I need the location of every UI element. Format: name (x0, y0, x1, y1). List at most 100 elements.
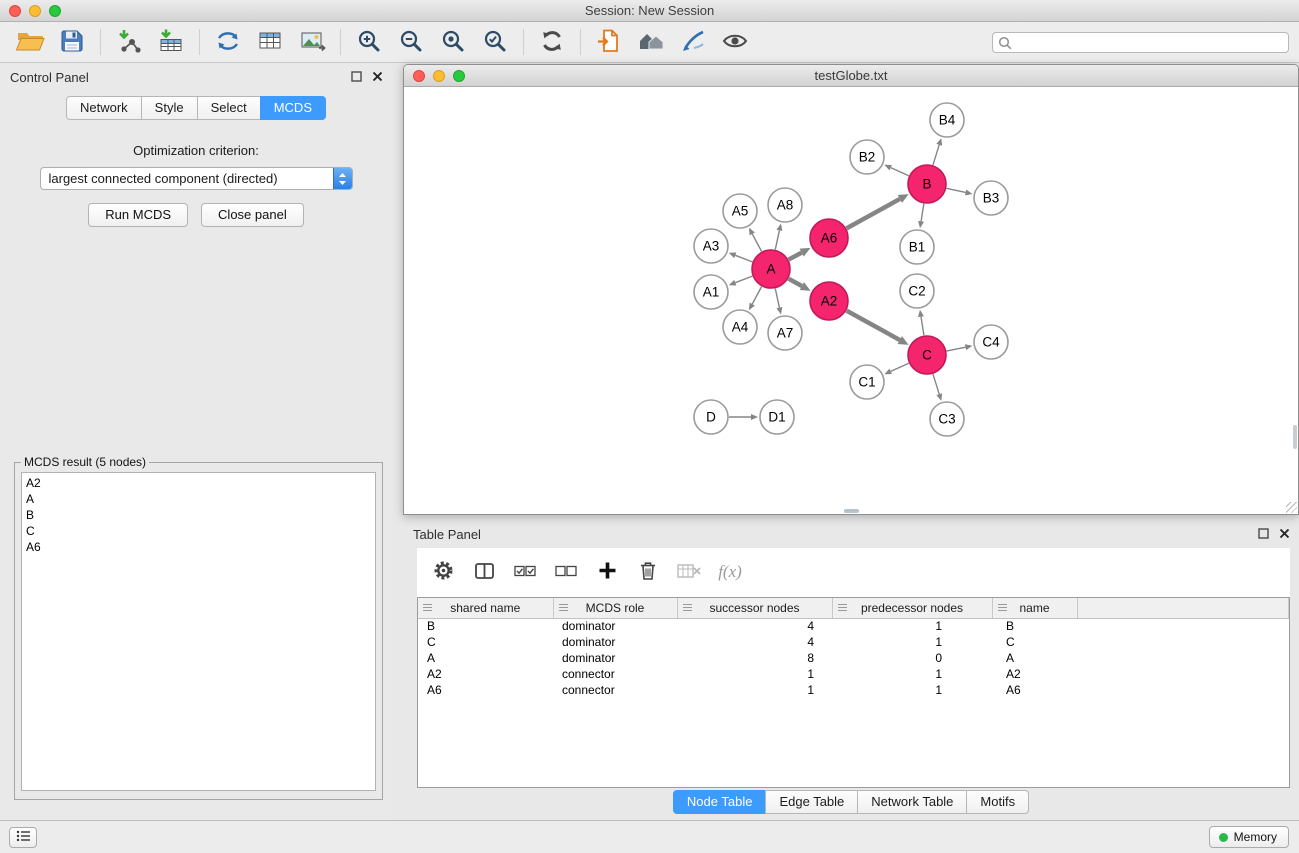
graph-node-A6[interactable]: A6 (810, 219, 848, 257)
zoom-fit-button[interactable] (432, 25, 474, 59)
table-settings-button[interactable] (431, 560, 455, 584)
minimize-network-window-button[interactable] (433, 70, 445, 82)
column-header-predecessor-nodes[interactable]: predecessor nodes (832, 598, 992, 618)
maximize-network-window-button[interactable] (453, 70, 465, 82)
close-panel-icon[interactable] (371, 70, 384, 83)
graph-edge-B-B1[interactable] (921, 204, 924, 222)
graph-edge-A-A8[interactable] (775, 230, 779, 249)
export-image-button[interactable] (291, 25, 333, 59)
graph-node-B1[interactable]: B1 (900, 230, 934, 264)
network-graph[interactable]: B4B2BB3A5A8A6A3B1AC2A1A2A4A7C4CC1C3DD1 (404, 87, 1298, 514)
graph-edge-A-A5[interactable] (752, 234, 761, 251)
graph-node-A4[interactable]: A4 (723, 310, 757, 344)
graph-edge-B-B2[interactable] (891, 168, 909, 176)
refresh-button[interactable] (531, 25, 573, 59)
home-network-button[interactable] (630, 25, 672, 59)
graph-node-A7[interactable]: A7 (768, 316, 802, 350)
show-columns-button[interactable] (472, 560, 496, 584)
column-header-successor-nodes[interactable]: successor nodes (677, 598, 832, 618)
add-column-button[interactable] (595, 560, 619, 584)
graph-edge-A-A1[interactable] (735, 276, 752, 283)
zoom-in-button[interactable] (348, 25, 390, 59)
graph-edge-C-C3[interactable] (933, 374, 939, 394)
graph-node-B[interactable]: B (908, 165, 946, 203)
graph-edge-A-A7[interactable] (775, 289, 779, 308)
table-row[interactable]: A6connector11A6 (418, 682, 1289, 698)
new-network-button[interactable] (207, 25, 249, 59)
graph-edge-A2-C[interactable] (847, 311, 900, 340)
apply-style-button[interactable] (672, 25, 714, 59)
graph-edge-A-A4[interactable] (752, 287, 761, 304)
graph-edge-B-B4[interactable] (933, 145, 939, 165)
column-header-MCDS-role[interactable]: MCDS role (553, 598, 677, 618)
tab-select[interactable]: Select (197, 96, 261, 120)
graph-node-B2[interactable]: B2 (850, 140, 884, 174)
graph-edge-A6-B[interactable] (847, 199, 900, 228)
table-tab-motifs[interactable]: Motifs (966, 790, 1029, 814)
graph-node-C3[interactable]: C3 (930, 402, 964, 436)
select-all-columns-button[interactable] (513, 560, 537, 584)
result-item[interactable]: B (26, 507, 375, 523)
run-mcds-button[interactable]: Run MCDS (88, 203, 188, 227)
column-header-shared-name[interactable]: shared name (418, 598, 553, 618)
graph-edge-A-A3[interactable] (735, 255, 752, 262)
graph-node-A1[interactable]: A1 (694, 275, 728, 309)
table-row[interactable]: Cdominator41C (418, 634, 1289, 650)
import-table-button[interactable] (150, 25, 192, 59)
open-session-button[interactable] (9, 25, 51, 59)
graph-node-B4[interactable]: B4 (930, 103, 964, 137)
graph-node-A3[interactable]: A3 (694, 229, 728, 263)
table-tab-edge-table[interactable]: Edge Table (765, 790, 858, 814)
function-builder-button[interactable]: f(x) (718, 560, 742, 584)
memory-button[interactable]: Memory (1209, 826, 1289, 848)
search-input[interactable] (992, 32, 1289, 53)
graph-edge-C-C4[interactable] (947, 347, 966, 351)
criterion-select[interactable]: largest connected component (directed) (40, 167, 353, 190)
result-item[interactable]: A (26, 491, 375, 507)
horizontal-scrollbar-thumb[interactable] (844, 509, 859, 513)
table-row[interactable]: A2connector11A2 (418, 666, 1289, 682)
graph-node-D1[interactable]: D1 (760, 400, 794, 434)
network-canvas[interactable]: B4B2BB3A5A8A6A3B1AC2A1A2A4A7C4CC1C3DD1 (404, 87, 1298, 514)
tab-network[interactable]: Network (66, 96, 142, 120)
graph-node-A[interactable]: A (752, 250, 790, 288)
delete-table-button[interactable] (677, 560, 701, 584)
deselect-all-columns-button[interactable] (554, 560, 578, 584)
show-graphics-button[interactable] (714, 25, 756, 59)
result-item[interactable]: A2 (26, 475, 375, 491)
import-network-button[interactable] (108, 25, 150, 59)
close-window-button[interactable] (9, 5, 21, 17)
float-table-panel-icon[interactable] (1257, 527, 1270, 540)
vertical-scrollbar-thumb[interactable] (1293, 425, 1297, 449)
graph-edge-C-C2[interactable] (921, 317, 924, 336)
graph-edge-B-B3[interactable] (947, 188, 966, 192)
table-row[interactable]: Bdominator41B (418, 618, 1289, 634)
result-item[interactable]: A6 (26, 539, 375, 555)
new-table-button[interactable] (249, 25, 291, 59)
close-panel-button[interactable]: Close panel (201, 203, 304, 227)
save-session-button[interactable] (51, 25, 93, 59)
graph-edge-A-A2[interactable] (789, 279, 802, 286)
tab-style[interactable]: Style (141, 96, 198, 120)
column-header-name[interactable]: name (992, 598, 1077, 618)
maximize-window-button[interactable] (49, 5, 61, 17)
graph-node-C4[interactable]: C4 (974, 325, 1008, 359)
graph-node-C2[interactable]: C2 (900, 274, 934, 308)
close-network-window-button[interactable] (413, 70, 425, 82)
zoom-out-button[interactable] (390, 25, 432, 59)
result-item[interactable]: C (26, 523, 375, 539)
graph-node-D[interactable]: D (694, 400, 728, 434)
close-table-panel-icon[interactable] (1278, 527, 1291, 540)
graph-node-A5[interactable]: A5 (723, 194, 757, 228)
zoom-selected-button[interactable] (474, 25, 516, 59)
task-history-button[interactable] (9, 827, 37, 848)
graph-node-A8[interactable]: A8 (768, 188, 802, 222)
table-tab-network-table[interactable]: Network Table (857, 790, 967, 814)
graph-edge-A-A6[interactable] (789, 253, 802, 260)
graph-node-C[interactable]: C (908, 336, 946, 374)
delete-column-button[interactable] (636, 560, 660, 584)
graph-edge-C-C1[interactable] (891, 363, 909, 371)
graph-node-C1[interactable]: C1 (850, 365, 884, 399)
first-neighbors-button[interactable] (588, 25, 630, 59)
graph-node-A2[interactable]: A2 (810, 282, 848, 320)
